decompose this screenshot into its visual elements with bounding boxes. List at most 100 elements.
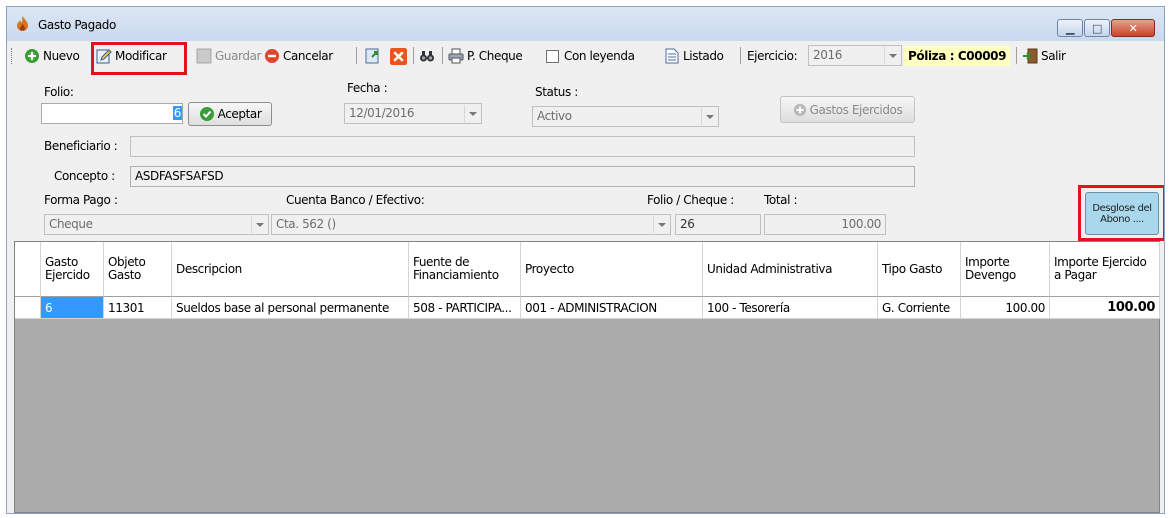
- search-button[interactable]: [419, 46, 438, 66]
- cancelar-button[interactable]: Cancelar: [264, 46, 333, 66]
- maximize-button[interactable]: □: [1084, 19, 1110, 37]
- chevron-down-icon: [251, 216, 267, 233]
- export-button[interactable]: [365, 46, 384, 66]
- ejercicio-label: Ejercicio:: [747, 49, 798, 63]
- checkbox-box[interactable]: [546, 49, 559, 63]
- table-cell-importe-devengo[interactable]: 100.00: [961, 297, 1050, 319]
- modificar-highlight: [91, 42, 187, 75]
- aceptar-label: Aceptar: [217, 107, 262, 121]
- concepto-value: ASDFASFSAFSD: [135, 169, 224, 183]
- document-icon: [665, 48, 679, 64]
- salir-label: Salir: [1041, 49, 1066, 63]
- nuevo-button[interactable]: Nuevo: [24, 46, 80, 66]
- folio-value: 6: [172, 106, 182, 120]
- toolbar-separator: [1016, 47, 1017, 64]
- save-icon: [196, 48, 212, 64]
- folio-cheque-label: Folio / Cheque :: [647, 193, 734, 207]
- column-header[interactable]: Tipo Gasto: [878, 242, 961, 297]
- table-cell-descripcion[interactable]: Sueldos base al personal permanente: [172, 297, 409, 319]
- ejercicio-value: 2016: [813, 48, 842, 62]
- table-cell-proyecto[interactable]: 001 - ADMINISTRACION: [521, 297, 703, 319]
- forma-pago-value: Cheque: [49, 217, 93, 231]
- table-cell-unidad[interactable]: 100 - Tesorería: [703, 297, 878, 319]
- status-combo[interactable]: Activo: [532, 106, 719, 127]
- folio-cheque-input[interactable]: 26: [675, 214, 761, 235]
- chevron-down-icon: [464, 105, 480, 122]
- concepto-input[interactable]: ASDFASFSAFSD: [130, 166, 915, 187]
- desglose-line2: Abono ....: [1100, 213, 1144, 225]
- cancel-icon: [265, 49, 279, 63]
- add-icon: [25, 49, 39, 63]
- desglose-line1: Desglose del: [1092, 202, 1152, 214]
- fecha-picker[interactable]: 12/01/2016: [344, 103, 482, 124]
- app-flame-icon: [17, 16, 28, 31]
- con-leyenda-checkbox[interactable]: Con leyenda: [546, 46, 635, 66]
- column-header[interactable]: Fuente de Financiamiento: [409, 242, 521, 297]
- total-input[interactable]: 100.00: [764, 214, 886, 235]
- row-header-corner: [15, 242, 41, 297]
- export-icon: [365, 48, 379, 64]
- listado-button[interactable]: Listado: [664, 46, 724, 66]
- salir-button[interactable]: Salir: [1022, 46, 1066, 66]
- chevron-down-icon: [884, 47, 900, 64]
- add-icon: [793, 103, 806, 116]
- chevron-down-icon: [653, 216, 669, 233]
- concepto-label: Concepto :: [54, 169, 115, 183]
- guardar-button[interactable]: Guardar: [196, 46, 261, 66]
- column-header[interactable]: Importe Devengo: [961, 242, 1050, 297]
- status-value: Activo: [537, 109, 572, 123]
- column-header[interactable]: Objeto Gasto: [104, 242, 172, 297]
- toolbar-separator: [413, 47, 414, 64]
- guardar-label: Guardar: [215, 49, 262, 63]
- forma-pago-combo[interactable]: Cheque: [44, 214, 269, 235]
- gastos-ejercidos-button[interactable]: Gastos Ejercidos: [780, 96, 915, 123]
- close-icon: ✕: [1128, 21, 1138, 35]
- ejercicio-combo[interactable]: 2016: [808, 45, 902, 66]
- column-header[interactable]: Gasto Ejercido: [41, 242, 104, 297]
- close-button[interactable]: ✕: [1111, 19, 1155, 37]
- table-cell-tipo-gasto[interactable]: G. Corriente: [878, 297, 961, 319]
- status-label: Status :: [535, 85, 578, 99]
- column-header[interactable]: Importe Ejercido a Pagar: [1050, 242, 1160, 297]
- row-header[interactable]: [15, 297, 41, 319]
- table-cell-fuente[interactable]: 508 - PARTICIPA...: [409, 297, 521, 319]
- toolbar-separator: [356, 47, 357, 64]
- p-cheque-button[interactable]: P. Cheque: [448, 46, 523, 66]
- app-window: Gasto Pagado ▁ □ ✕ Nuevo Modificar Guard…: [6, 6, 1165, 514]
- table-cell-objeto-gasto[interactable]: 11301: [104, 297, 172, 319]
- cuenta-label: Cuenta Banco / Efectivo:: [286, 193, 425, 207]
- fecha-value: 12/01/2016: [349, 106, 415, 120]
- minimize-icon: ▁: [1065, 21, 1075, 35]
- p-cheque-label: P. Cheque: [467, 49, 523, 63]
- folio-cheque-value: 26: [680, 217, 695, 231]
- delete-button[interactable]: [390, 46, 410, 66]
- toolbar-separator: [442, 47, 443, 64]
- binoculars-icon: [420, 51, 434, 62]
- exit-door-icon: [1023, 48, 1038, 64]
- cuenta-value: Cta. 562 (): [276, 217, 336, 231]
- con-leyenda-label: Con leyenda: [564, 49, 635, 63]
- delete-icon: [390, 47, 407, 65]
- total-label: Total :: [764, 193, 798, 207]
- column-header[interactable]: Unidad Administrativa: [703, 242, 878, 297]
- table-cell-gasto-ejercido[interactable]: 6: [41, 297, 104, 319]
- cuenta-combo[interactable]: Cta. 562 (): [271, 214, 671, 235]
- maximize-icon: □: [1092, 21, 1102, 35]
- forma-pago-label: Forma Pago :: [44, 193, 118, 207]
- gastos-grid: Gasto Ejercido Objeto Gasto Descripcion …: [14, 241, 1160, 513]
- table-cell-importe-ejercido[interactable]: 100.00: [1050, 297, 1160, 319]
- printer-icon: [448, 48, 464, 64]
- cancelar-label: Cancelar: [283, 49, 333, 63]
- desglose-abono-button[interactable]: Desglose del Abono ....: [1085, 192, 1159, 235]
- listado-label: Listado: [683, 49, 724, 63]
- folio-input[interactable]: 6: [41, 103, 183, 124]
- toolbar-grip: [11, 48, 13, 64]
- minimize-button[interactable]: ▁: [1057, 19, 1083, 37]
- column-header[interactable]: Proyecto: [521, 242, 703, 297]
- toolbar-separator: [740, 47, 741, 64]
- beneficiario-input[interactable]: [130, 136, 915, 157]
- aceptar-button[interactable]: Aceptar: [188, 102, 272, 126]
- fecha-label: Fecha :: [347, 81, 388, 95]
- column-header[interactable]: Descripcion: [172, 242, 409, 297]
- folio-label: Folio:: [44, 85, 74, 99]
